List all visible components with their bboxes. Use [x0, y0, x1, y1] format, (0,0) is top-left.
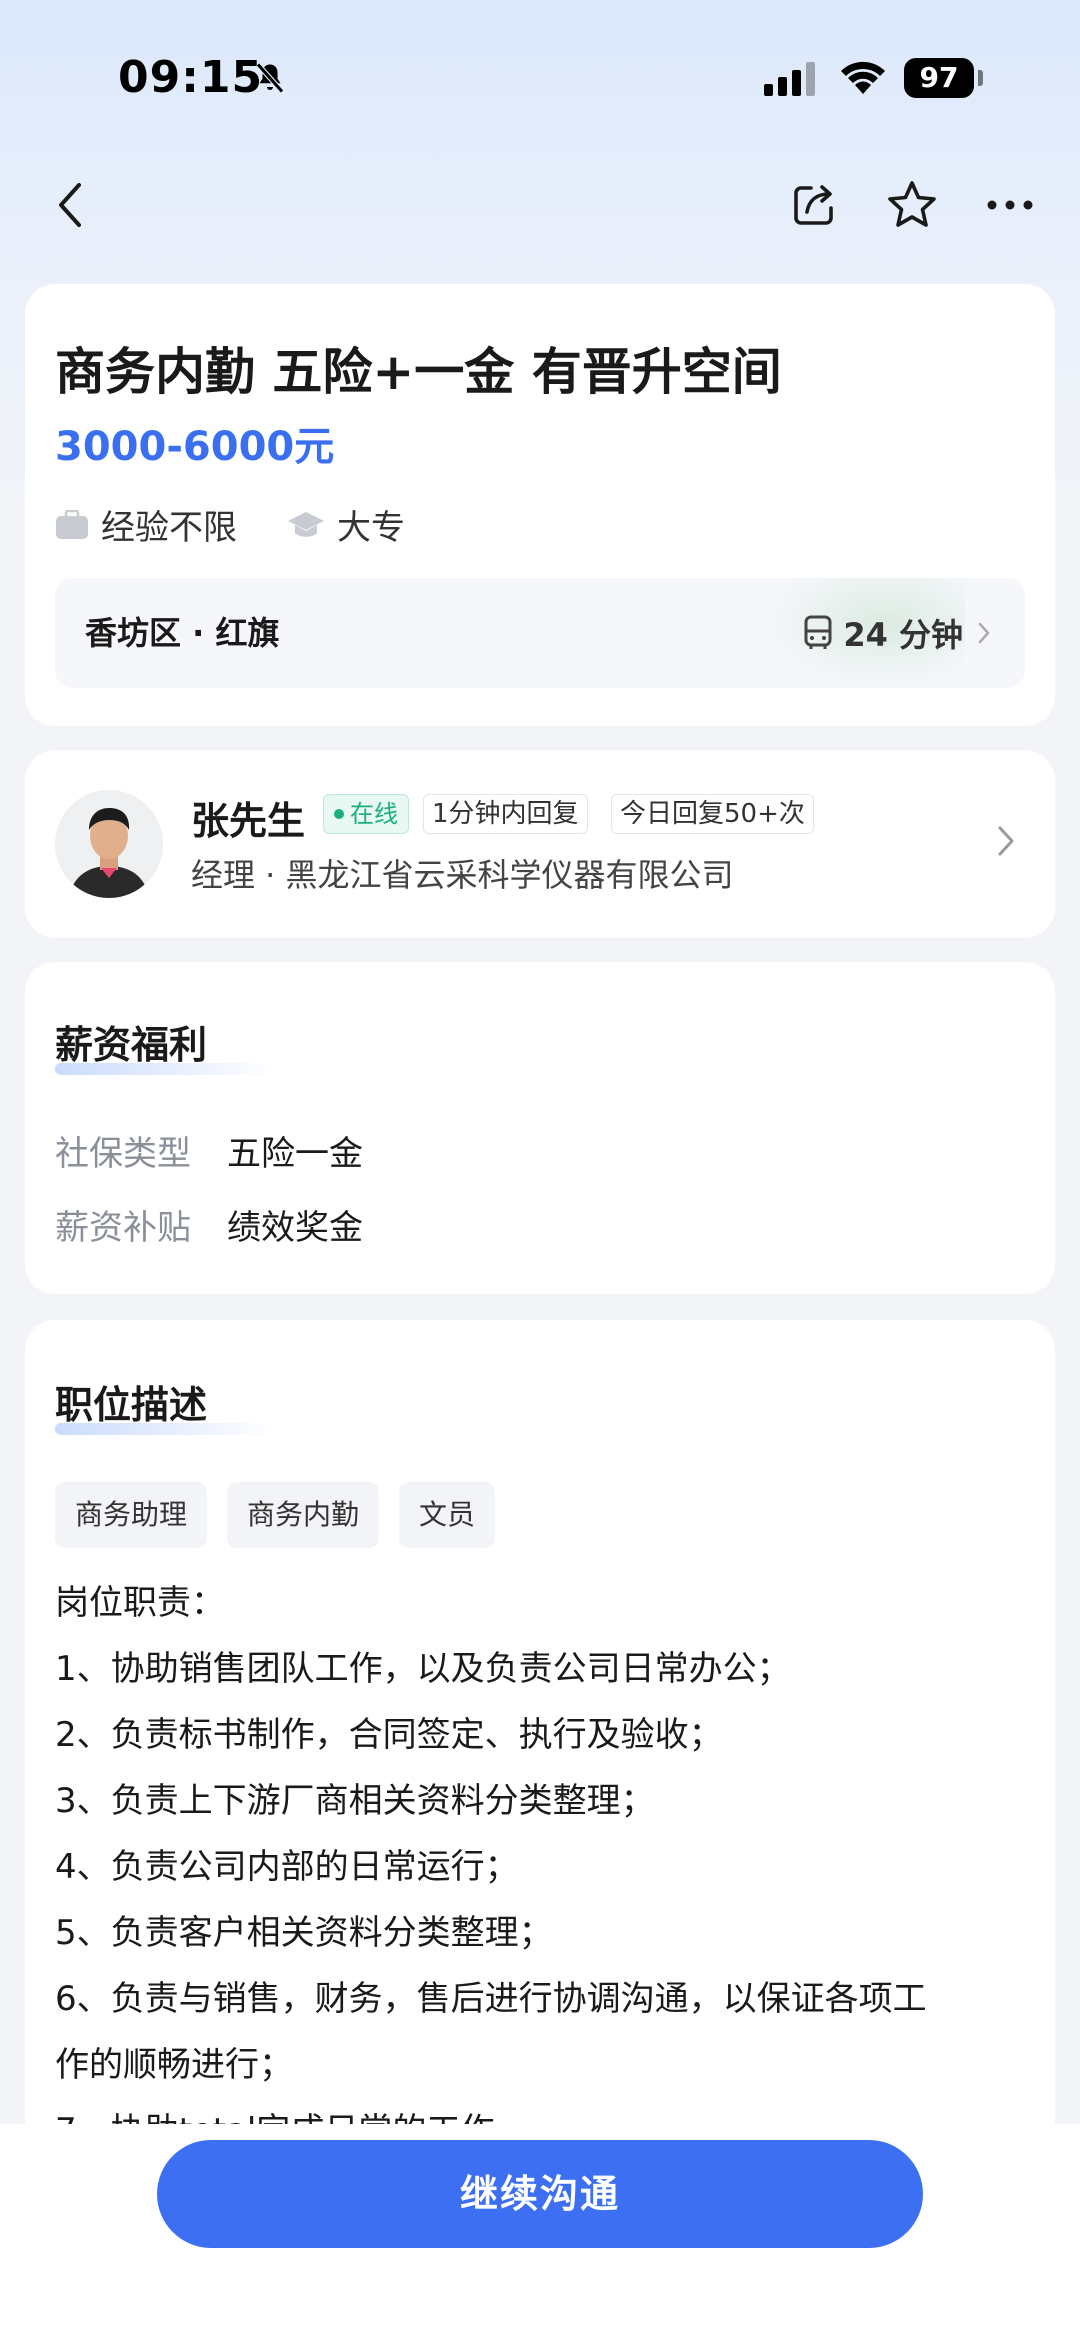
description-line: 6、负责与销售，财务，售后进行协调沟通，以保证各项工	[55, 1979, 927, 2019]
reply-count-badge: 今日回复50+次	[611, 794, 814, 834]
salary-benefits-card: 薪资福利 社保类型 五险一金 薪资补贴 绩效奖金	[25, 962, 1055, 1294]
job-title: 商务内勤 五险+一金 有晋升空间	[55, 343, 782, 401]
description-line: 4、负责公司内部的日常运行；	[55, 1847, 519, 1887]
description-section-title: 职位描述	[55, 1374, 275, 1435]
reply-speed-badge: 1分钟内回复	[423, 794, 588, 834]
benefits-title-text: 薪资福利	[55, 1023, 208, 1067]
benefit-value: 五险一金	[227, 1134, 363, 1174]
battery-nub	[978, 70, 983, 86]
benefit-row-subsidy: 薪资补贴 绩效奖金	[55, 1200, 363, 1249]
description-title-text: 职位描述	[55, 1383, 208, 1427]
wifi-icon	[841, 61, 885, 94]
commute-time: 24 分钟	[803, 578, 1001, 688]
education-requirement: 大专	[287, 500, 405, 549]
description-line: 2、负责标书制作，合同签定、执行及验收；	[55, 1715, 723, 1755]
job-tag[interactable]: 商务内勤	[227, 1482, 380, 1548]
bell-mute-icon	[256, 62, 284, 94]
description-line: 3、负责上下游厂商相关资料分类整理；	[55, 1781, 655, 1821]
location-bar[interactable]: 香坊区 · 红旗 24 分钟	[55, 578, 1025, 688]
share-icon[interactable]	[784, 170, 844, 240]
job-tag[interactable]: 文员	[399, 1482, 496, 1548]
battery-indicator: 97	[904, 58, 974, 98]
description-line: 岗位职责：	[55, 1583, 225, 1623]
description-line: 1、协助销售团队工作，以及负责公司日常办公；	[55, 1649, 791, 1689]
chevron-right-icon	[978, 622, 990, 644]
online-status-text: 在线	[350, 800, 398, 828]
description-text: 岗位职责： 1、协助销售团队工作，以及负责公司日常办公； 2、负责标书制作，合同…	[55, 1570, 1035, 2164]
benefit-value: 绩效奖金	[227, 1208, 363, 1248]
salary-range: 3000-6000元	[55, 424, 335, 470]
job-tag[interactable]: 商务助理	[55, 1482, 208, 1548]
experience-requirement: 经验不限	[55, 500, 237, 549]
recruiter-company: 经理 · 黑龙江省云采科学仪器有限公司	[191, 856, 734, 894]
online-dot-icon	[334, 809, 344, 819]
commute-text: 24 分钟	[843, 616, 963, 654]
description-line: 5、负责客户相关资料分类整理；	[55, 1913, 553, 1953]
status-bar: 09:15 97	[0, 0, 1080, 160]
bottom-action-bar: 继续沟通	[0, 2124, 1080, 2347]
job-requirements: 经验不限 大专	[55, 500, 455, 549]
home-indicator	[396, 2318, 684, 2328]
more-icon[interactable]	[980, 170, 1040, 240]
avatar	[55, 790, 163, 898]
location-text: 香坊区 · 红旗	[85, 614, 280, 652]
education-text: 大专	[337, 508, 405, 548]
back-icon[interactable]	[40, 170, 100, 240]
job-summary-card: 商务内勤 五险+一金 有晋升空间 3000-6000元 经验不限 大专 香坊区 …	[25, 284, 1055, 726]
online-status-badge: 在线	[323, 794, 409, 834]
briefcase-icon	[56, 509, 88, 539]
benefits-section-title: 薪资福利	[55, 1014, 275, 1075]
description-line: 作的顺畅进行；	[55, 2045, 293, 2085]
recruiter-name: 张先生	[191, 799, 306, 843]
graduation-cap-icon	[288, 511, 324, 537]
status-time: 09:15	[118, 52, 264, 103]
benefit-row-insurance: 社保类型 五险一金	[55, 1126, 363, 1175]
benefit-key: 薪资补贴	[55, 1208, 191, 1248]
continue-chat-button[interactable]: 继续沟通	[157, 2140, 923, 2248]
bus-icon	[804, 615, 832, 649]
benefit-key: 社保类型	[55, 1134, 191, 1174]
cellular-signal-icon	[764, 62, 815, 96]
chevron-right-icon	[998, 826, 1014, 856]
job-tags: 商务助理 商务内勤 文员	[55, 1482, 515, 1548]
nav-bar	[0, 170, 1080, 240]
recruiter-card[interactable]: 张先生 在线 1分钟内回复 今日回复50+次 经理 · 黑龙江省云采科学仪器有限…	[25, 750, 1055, 938]
experience-text: 经验不限	[101, 508, 237, 548]
favorite-star-icon[interactable]	[882, 170, 942, 240]
